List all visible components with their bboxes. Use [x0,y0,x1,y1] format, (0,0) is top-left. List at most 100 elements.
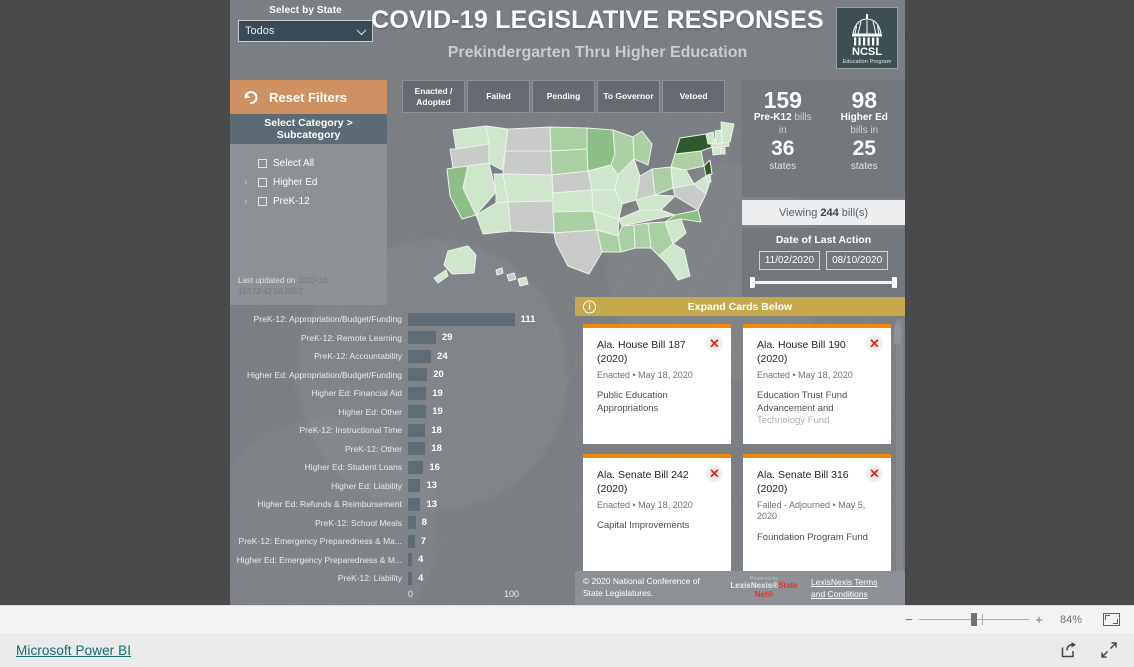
bill-card-desc-main: Capital Improvements [597,520,690,532]
close-icon[interactable]: ✕ [706,465,723,482]
fit-to-screen-icon[interactable] [1103,613,1120,626]
bill-card-status: Enacted • May 18, 2020 [597,499,693,510]
slider-handle-right[interactable] [892,277,897,288]
bill-card[interactable]: ✕ Ala. Senate Bill 242 (2020) Enacted • … [583,454,731,574]
zoom-slider-thumb[interactable] [971,613,977,626]
filter-item-higher-ed[interactable]: › Higher Ed [230,173,387,192]
bar-value-label: 29 [441,332,453,344]
checkbox[interactable] [258,197,267,206]
close-icon[interactable]: ✕ [866,465,883,482]
reset-filters-button[interactable]: Reset Filters [230,80,387,114]
bar-fill[interactable] [408,368,428,382]
bar-fill[interactable] [408,331,436,345]
date-range-slider[interactable] [750,277,897,288]
expand-cards-banner[interactable]: i Expand Cards Below [575,297,905,316]
slider-track [752,281,895,284]
date-end-input[interactable]: 08/10/2020 [826,251,889,270]
slider-handle-left[interactable] [750,277,755,288]
copyright-text: © 2020 National Conference of State Legi… [583,576,700,598]
filter-item-label: Select All [273,158,315,169]
bar-fill[interactable] [408,497,421,511]
zoom-out-button[interactable]: − [901,612,917,627]
share-icon[interactable] [1060,641,1078,659]
cards-scrollbar-thumb[interactable] [894,323,901,345]
bar-fill[interactable] [408,442,426,456]
cards-scrollbar[interactable] [894,319,903,582]
bar-value-label: 20 [433,369,444,381]
state-ne [551,170,593,194]
checkbox[interactable] [258,159,267,168]
kpi-prek12: 159 Pre-K12 bills in 36 states [742,88,824,197]
expand-chevron-icon[interactable]: › [244,177,252,188]
bar-fill[interactable] [408,349,432,363]
bar-fill[interactable] [408,386,427,400]
bar-value-label: 16 [429,461,440,473]
zoom-in-button[interactable]: + [1031,612,1047,627]
date-start-input[interactable]: 11/02/2020 [758,251,821,270]
state-nh [714,129,723,145]
bar-category-label: Higher Ed: Appropriation/Budget/Funding [247,369,402,380]
filter-item-label: Higher Ed [273,177,318,188]
filter-item-prek-12[interactable]: › PreK-12 [230,192,387,211]
bar-category-label: PreK-12: Instructional Time [299,425,402,436]
bar-fill[interactable] [408,405,427,419]
close-icon[interactable]: ✕ [866,335,883,352]
reset-arrow-icon [244,90,258,104]
bill-card[interactable]: ✕ Ala. House Bill 190 (2020) Enacted • M… [743,324,891,444]
ncsl-logo: NCSL Education Program [836,7,898,69]
bill-card-desc-truncated: Technology Fund [757,415,830,427]
bar-value-label: 4 [418,554,424,566]
kpi-higher-caption-strong: Higher Ed [840,112,888,124]
microsoft-power-bi-link[interactable]: Microsoft Power BI [16,643,131,658]
category-panel-header: Select Category > Subcategory [230,114,387,144]
kpi-higher-ed: 98 Higher Ed bills in 25 states [824,88,906,197]
tab-enacted-adopted[interactable]: Enacted / Adopted [402,80,465,113]
filter-panel: Reset Filters Select Category > Subcateg… [230,80,387,305]
bar-fill[interactable] [408,534,415,548]
tab-to-governor[interactable]: To Governor [597,80,660,113]
bar-fill[interactable] [408,571,412,585]
bill-card[interactable]: ✕ Ala. Senate Bill 316 (2020) Failed - A… [743,454,891,574]
fullscreen-icon[interactable] [1100,641,1118,659]
viewing-prefix: Viewing [779,206,818,219]
bill-card[interactable]: ✕ Ala. House Bill 187 (2020) Enacted • M… [583,324,731,444]
bar-fill[interactable] [408,423,426,437]
state-ms [617,224,636,253]
date-range-title: Date of Last Action [775,234,872,246]
bar-category-label: Higher Ed: Emergency Preparedness & M... [236,554,402,565]
last-updated-text: Last updated on 2020-10-19T22:42:58.000Z… [238,276,378,297]
bar-fill[interactable] [408,553,412,567]
status-filter-tabs: Enacted / Adopted Failed Pending To Gove… [402,80,725,113]
state-tx [553,229,603,275]
kpi-counts: 159 Pre-K12 bills in 36 states 98 Higher… [742,80,905,197]
kpi-higher-bills: 98 [851,87,878,113]
filter-item-select-all[interactable]: › Select All [230,154,387,173]
bar-fill[interactable] [408,479,421,493]
bill-card-title: Ala. Senate Bill 316 (2020) [757,469,849,495]
checkbox[interactable] [258,178,267,187]
tab-vetoed[interactable]: Vetoed [662,80,725,113]
bill-card-title: Ala. Senate Bill 242 (2020) [597,469,689,495]
bar-value-label: 18 [431,424,442,436]
state-dropdown[interactable]: Todos [238,20,373,42]
bill-card-status: Enacted • May 18, 2020 [597,369,693,380]
zoom-toolbar: − + 84% [0,605,1134,633]
select-by-state-label: Select by State [269,5,342,16]
x-tick-100: 100 [504,589,520,599]
lexisnexis-name: LexisNexis®State Net® [725,581,803,599]
bar-fill[interactable] [408,460,424,474]
bar-fill[interactable] [408,312,515,326]
bar-fill[interactable] [408,516,416,530]
lexisnexis-terms-link[interactable]: LexisNexis Terms and Conditions [811,576,887,601]
us-state-map[interactable] [390,118,735,298]
bar-category-label: PreK-12: Remote Learning [300,332,402,343]
tab-pending[interactable]: Pending [532,80,595,113]
close-icon[interactable]: ✕ [706,335,723,352]
state-ok [552,210,598,234]
state-oh [651,166,674,196]
expand-chevron-icon[interactable]: › [244,196,252,207]
kpi-prek12-caption-bills: bills [794,112,812,124]
bill-cards-list: ✕ Ala. House Bill 187 (2020) Enacted • M… [575,316,905,587]
tab-failed[interactable]: Failed [467,80,530,113]
zoom-slider[interactable] [919,613,1029,626]
